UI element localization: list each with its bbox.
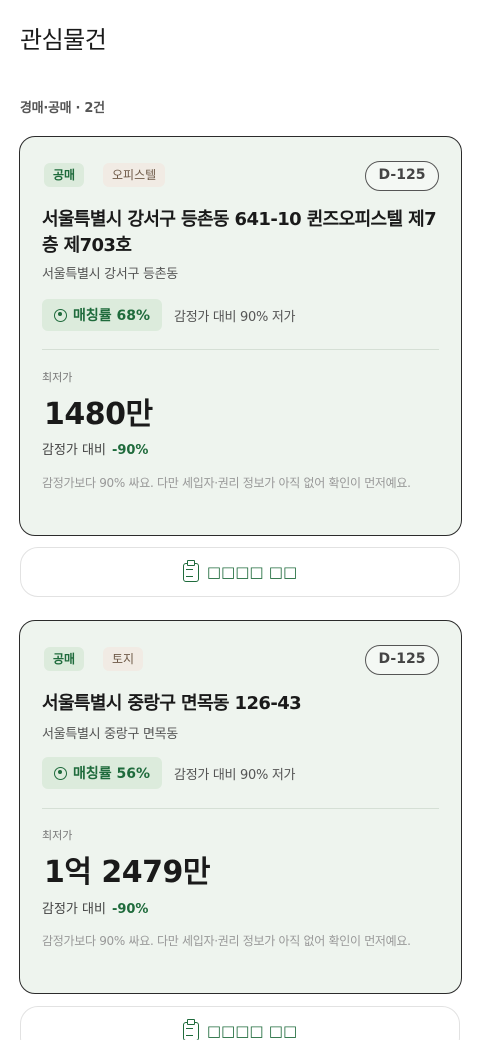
ratio-value: -90% [111,902,149,917]
match-row: 매칭률 56% 감정가 대비 90% 저가 [42,757,295,789]
card-action-button[interactable]: □□□□ □□ [20,1006,460,1040]
min-price-label: 최저가 [42,829,73,842]
match-note: 감정가 대비 90% 저가 [174,309,296,325]
sale-type-chip: 공매 [44,163,85,187]
dday-badge: D-125 [365,645,439,675]
match-rate: 매칭률 68% [73,308,151,324]
min-price-label: 최저가 [42,371,73,384]
target-icon [54,766,67,780]
divider [42,808,439,809]
ratio-label: 감정가 대비 [42,902,106,917]
ratio-row: 감정가 대비 -90% [42,898,148,917]
card-action-button[interactable]: □□□□ □□ [20,547,460,597]
property-kind-chip: 토지 [103,647,144,671]
page-title: 관심물건 [20,26,107,54]
clipboard-icon [182,559,199,582]
action-label: □□□□ □□ [206,1022,298,1040]
property-title: 서울특별시 중랑구 면목동 126-43 [42,693,302,714]
property-card[interactable]: 공매 오피스텔 D-125 서울특별시 강서구 등촌동 641-10 퀸즈오피스… [19,136,462,536]
match-row: 매칭률 68% 감정가 대비 90% 저가 [42,299,295,331]
property-title: 서울특별시 강서구 등촌동 641-10 퀸즈오피스텔 제7층 제703호 [42,209,437,256]
property-kind-chip: 오피스텔 [103,163,166,187]
sale-type-chip: 공매 [44,647,85,671]
target-icon [54,308,67,322]
match-rate-pill: 매칭률 68% [42,299,163,331]
section-label: 경매·공매 · 2건 [20,101,105,116]
divider [42,349,439,350]
match-rate: 매칭률 56% [73,766,151,782]
ratio-row: 감정가 대비 -90% [42,439,148,458]
property-subtitle: 서울특별시 강서구 등촌동 [42,267,178,282]
action-label: □□□□ □□ [206,563,298,581]
match-rate-pill: 매칭률 56% [42,757,163,789]
dday-badge: D-125 [365,161,439,191]
memo-text: 감정가보다 90% 싸요. 다만 세입자·권리 정보가 아직 없어 확인이 먼저… [42,476,411,490]
property-card[interactable]: 공매 토지 D-125 서울특별시 중랑구 면목동 126-43 서울특별시 중… [19,620,462,994]
memo-text: 감정가보다 90% 싸요. 다만 세입자·권리 정보가 아직 없어 확인이 먼저… [42,934,411,948]
min-price: 1억 2479만 [44,855,211,890]
match-note: 감정가 대비 90% 저가 [174,767,296,783]
ratio-label: 감정가 대비 [42,443,106,458]
min-price: 1480만 [44,397,153,432]
property-subtitle: 서울특별시 중랑구 면목동 [42,727,178,742]
clipboard-icon [182,1018,199,1040]
ratio-value: -90% [111,443,149,458]
